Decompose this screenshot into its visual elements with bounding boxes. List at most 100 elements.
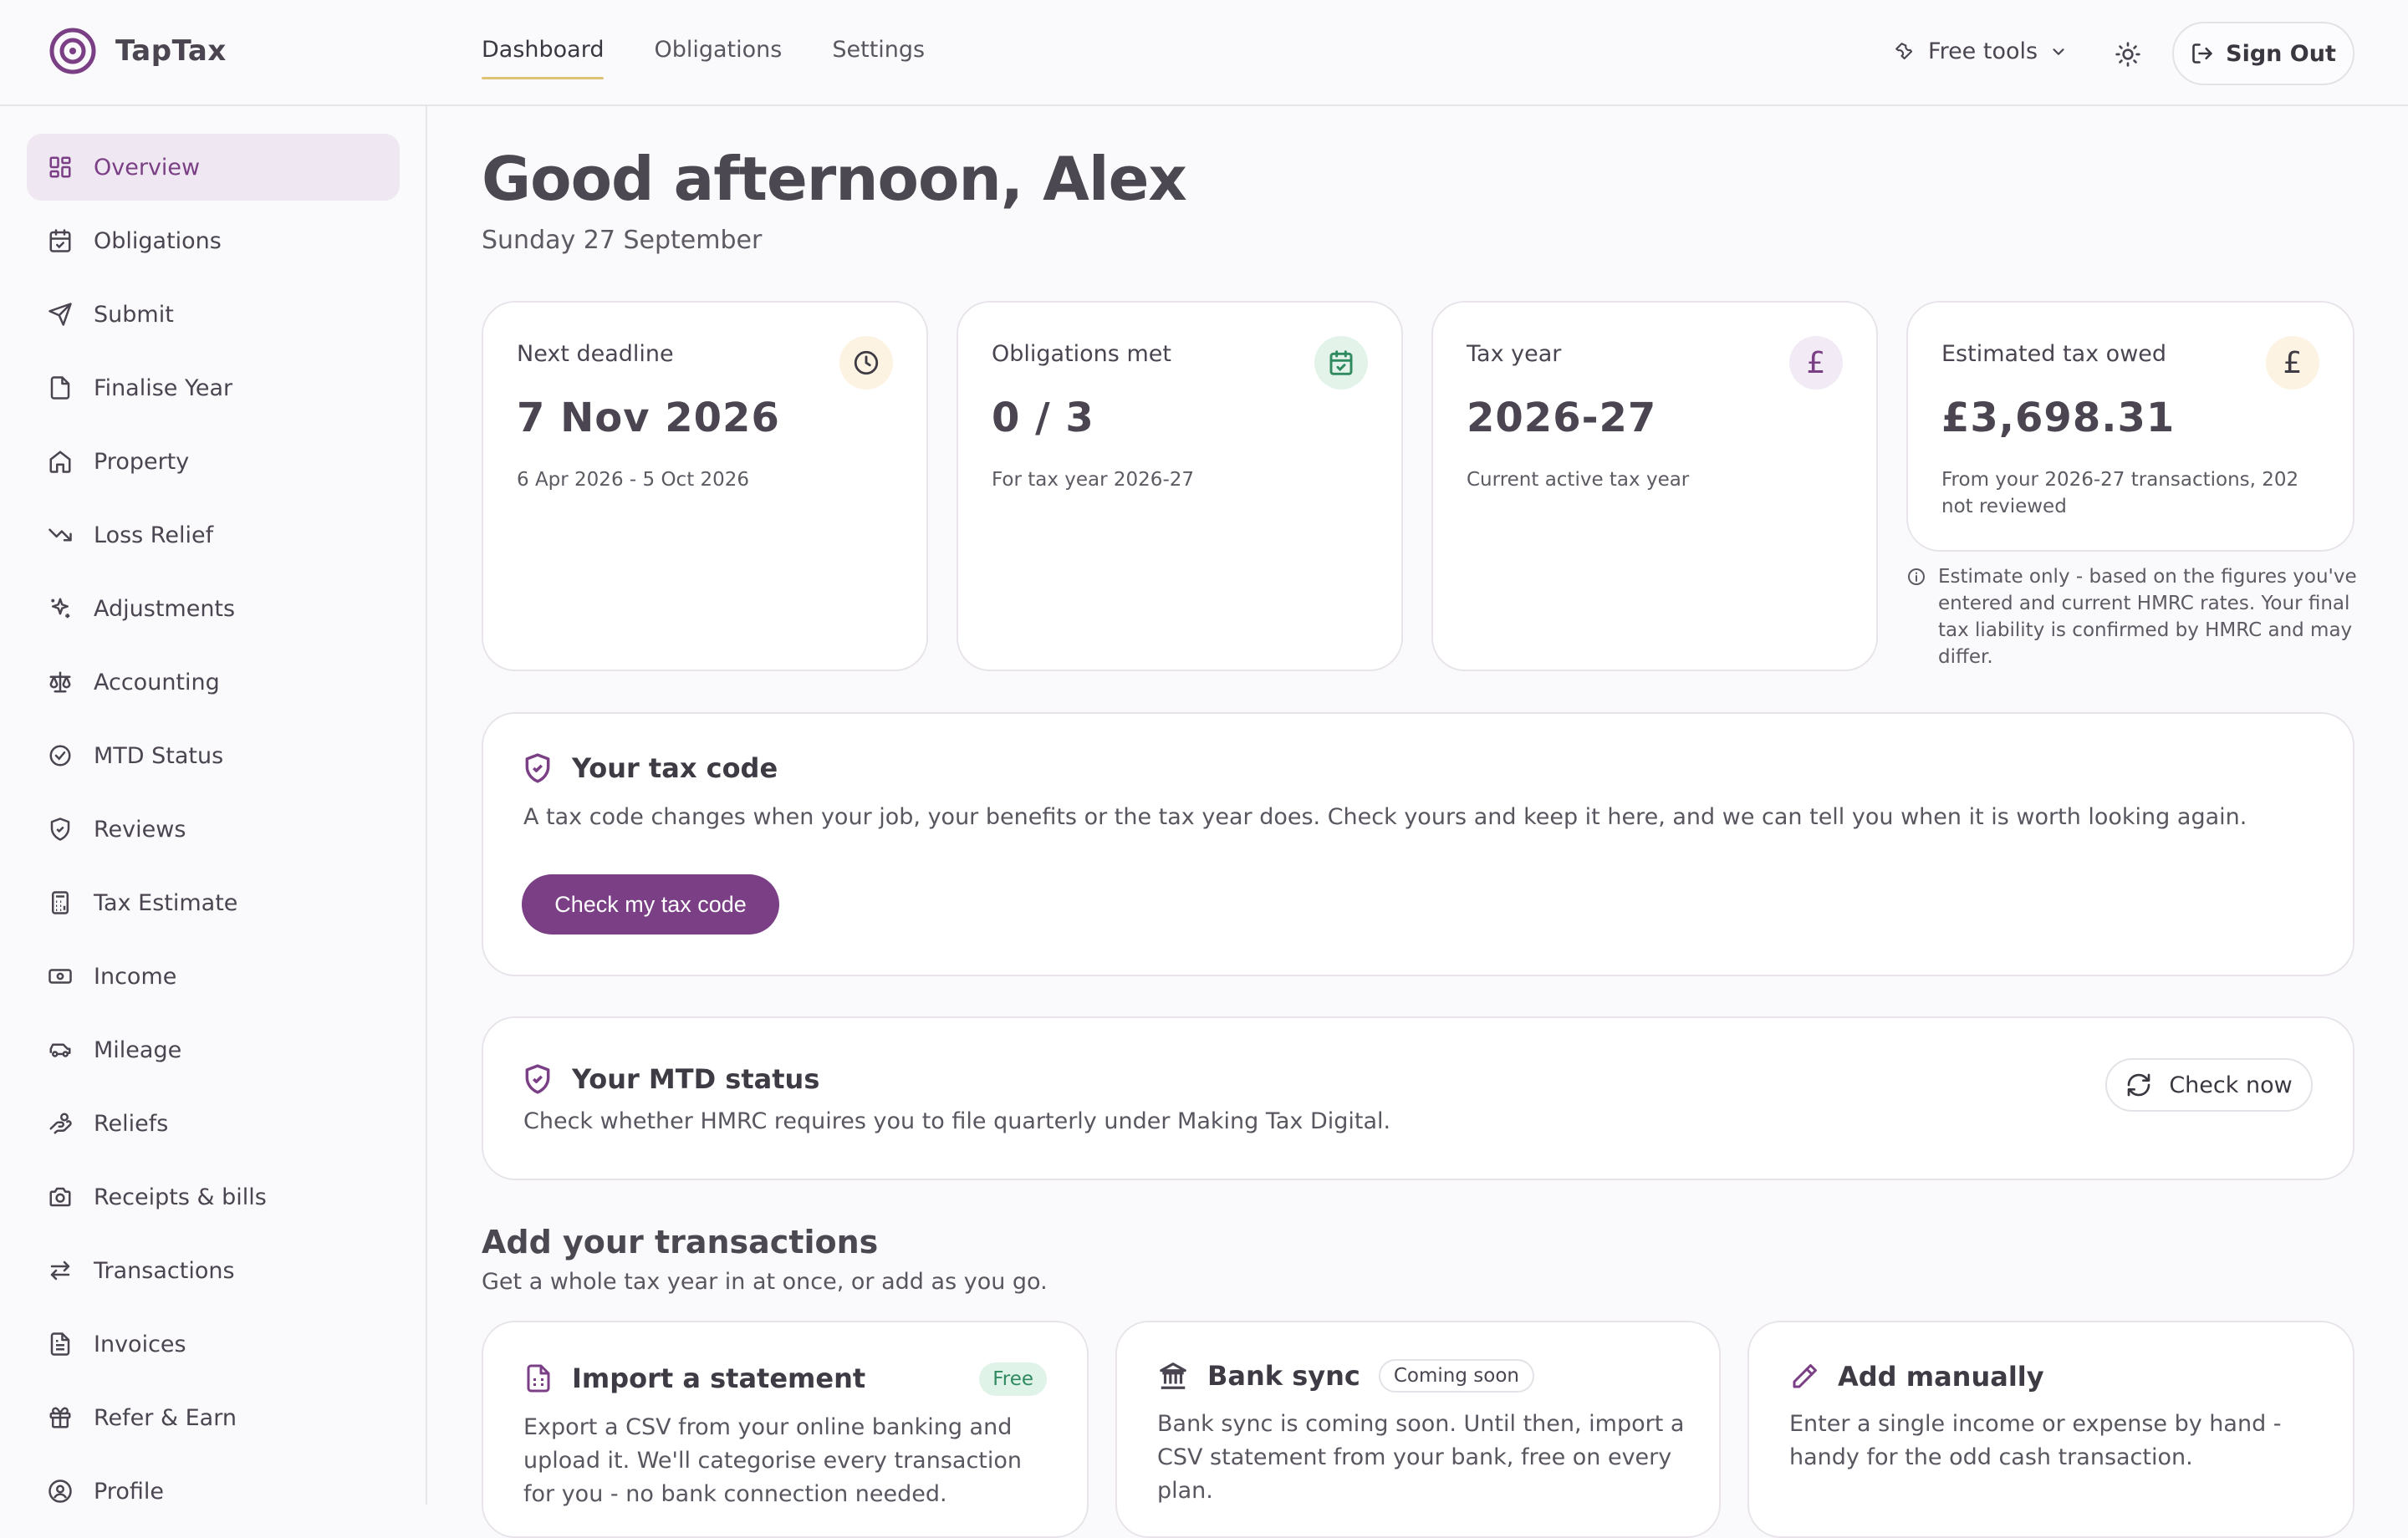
tab-settings[interactable]: Settings (832, 37, 925, 79)
pound-icon: £ (1789, 336, 1843, 390)
sidebar-item-income[interactable]: Income (27, 943, 400, 1010)
stat-card-obligations-met: Obligations met 0 / 3 For tax year 2026-… (957, 301, 1403, 671)
file-text-icon (47, 1331, 74, 1357)
free-tools-dropdown[interactable]: Free tools (1893, 38, 2068, 64)
user-icon (47, 1478, 74, 1505)
wrench-icon (1893, 40, 1916, 64)
home-icon (47, 448, 74, 475)
sidebar-item-label: Obligations (94, 227, 222, 254)
stat-value: £3,698.31 (1941, 395, 2176, 441)
sidebar-item-overview[interactable]: Overview (27, 134, 400, 201)
hand-coins-icon (47, 1110, 74, 1137)
shield-check-icon (47, 816, 74, 843)
mtd-status-description: Check whether HMRC requires you to file … (523, 1108, 1391, 1134)
sparkles-icon (47, 595, 74, 622)
sidebar-item-label: Accounting (94, 669, 220, 695)
add-manually-card[interactable]: Add manually Enter a single income or ex… (1747, 1321, 2354, 1538)
sidebar-item-accounting[interactable]: Accounting (27, 649, 400, 716)
shield-check-icon (522, 1063, 554, 1095)
tax-code-title-text: Your tax code (572, 752, 778, 784)
sidebar-item-property[interactable]: Property (27, 428, 400, 495)
sign-out-button[interactable]: Sign Out (2172, 22, 2354, 85)
chevron-down-icon (2049, 43, 2068, 61)
import-statement-card[interactable]: Import a statement Free Export a CSV fro… (482, 1321, 1089, 1538)
stat-value: 2026-27 (1467, 395, 1657, 441)
file-spreadsheet-icon (523, 1363, 554, 1393)
stat-label: Tax year (1467, 341, 1562, 367)
sidebar-item-invoices[interactable]: Invoices (27, 1311, 400, 1378)
import-statement-title: Import a statement (523, 1362, 865, 1394)
sidebar-item-label: Finalise Year (94, 374, 233, 401)
sidebar-item-reviews[interactable]: Reviews (27, 796, 400, 863)
sidebar-item-label: Submit (94, 301, 174, 328)
sidebar-item-obligations[interactable]: Obligations (27, 207, 400, 274)
sidebar-item-refer-earn[interactable]: Refer & Earn (27, 1384, 400, 1451)
log-out-icon (2191, 42, 2214, 65)
card-title: Import a statement (572, 1362, 866, 1394)
sidebar-item-label: Invoices (94, 1331, 186, 1357)
sidebar-item-mileage[interactable]: Mileage (27, 1016, 400, 1083)
check-circle-icon (47, 742, 74, 769)
card-title: Bank sync (1207, 1360, 1360, 1392)
calendar-check-icon (47, 227, 74, 254)
tax-code-title: Your tax code (522, 752, 778, 784)
sidebar-item-profile[interactable]: Profile (27, 1458, 400, 1525)
stat-subtext: 6 Apr 2026 - 5 Oct 2026 (517, 469, 750, 491)
arrows-swap-icon (47, 1257, 74, 1284)
app-name: TapTax (115, 34, 227, 68)
sidebar-item-label: Receipts & bills (94, 1184, 267, 1210)
stat-value: 0 / 3 (992, 395, 1094, 441)
card-description: Bank sync is coming soon. Until then, im… (1157, 1411, 1685, 1504)
logo-mark-icon (48, 27, 97, 75)
scales-icon (47, 669, 74, 695)
check-now-button[interactable]: Check now (2105, 1058, 2313, 1112)
current-date: Sunday 27 September (482, 226, 763, 255)
sidebar-item-tax-estimate[interactable]: Tax Estimate (27, 869, 400, 936)
page-title: Good afternoon, Alex (482, 144, 1187, 214)
sidebar-item-adjustments[interactable]: Adjustments (27, 575, 400, 642)
top-header: TapTax Dashboard Obligations Settings Fr… (0, 0, 2408, 106)
sidebar-item-label: Income (94, 963, 177, 990)
sidebar-item-reliefs[interactable]: Reliefs (27, 1090, 400, 1157)
sidebar-item-transactions[interactable]: Transactions (27, 1237, 400, 1304)
bank-sync-card: Bank sync Coming soon Bank sync is comin… (1115, 1321, 1721, 1538)
calculator-icon (47, 889, 74, 916)
sidebar-item-label: Refer & Earn (94, 1404, 237, 1431)
calendar-check-icon (1314, 336, 1368, 390)
sidebar-item-label: Tax Estimate (94, 889, 238, 916)
camera-icon (47, 1184, 74, 1210)
card-description: Export a CSV from your online banking an… (523, 1414, 1023, 1507)
sidebar-item-mtd-status[interactable]: MTD Status (27, 722, 400, 789)
sidebar-item-submit[interactable]: Submit (27, 281, 400, 348)
sidebar-item-finalise-year[interactable]: Finalise Year (27, 354, 400, 421)
tab-obligations[interactable]: Obligations (654, 37, 782, 79)
free-tools-label: Free tools (1928, 38, 2038, 64)
mtd-status-title-text: Your MTD status (572, 1063, 820, 1095)
check-tax-code-button[interactable]: Check my tax code (522, 874, 779, 935)
stat-card-estimated-tax: Estimated tax owed £ £3,698.31 From your… (1906, 301, 2354, 552)
send-icon (47, 301, 74, 328)
sidebar-item-label: MTD Status (94, 742, 224, 769)
bank-sync-title: Bank sync Coming soon (1157, 1359, 1534, 1393)
sidebar-item-receipts-bills[interactable]: Receipts & bills (27, 1164, 400, 1230)
sidebar-item-label: Reviews (94, 816, 186, 843)
gift-icon (47, 1404, 74, 1431)
sidebar-item-label: Loss Relief (94, 522, 214, 548)
estimate-disclaimer: Estimate only - based on the figures you… (1906, 563, 2358, 670)
trending-down-icon (47, 522, 74, 548)
bank-icon (1157, 1360, 1189, 1392)
app-logo[interactable]: TapTax (48, 27, 227, 75)
stat-subtext: Current active tax year (1467, 469, 1690, 491)
sidebar-item-loss-relief[interactable]: Loss Relief (27, 502, 400, 568)
pound-icon: £ (2266, 336, 2319, 390)
stat-subtext: From your 2026-27 transactions, 202 not … (1941, 469, 2299, 517)
shield-check-icon (522, 752, 554, 784)
stat-card-next-deadline: Next deadline 7 Nov 2026 6 Apr 2026 - 5 … (482, 301, 928, 671)
sign-out-label: Sign Out (2226, 40, 2336, 67)
theme-toggle-button[interactable] (2110, 37, 2145, 72)
sidebar-item-label: Property (94, 448, 190, 475)
stat-value: 7 Nov 2026 (517, 395, 780, 441)
info-icon (1906, 567, 1926, 587)
tab-dashboard[interactable]: Dashboard (482, 37, 605, 79)
stat-card-tax-year: Tax year £ 2026-27 Current active tax ye… (1431, 301, 1878, 671)
